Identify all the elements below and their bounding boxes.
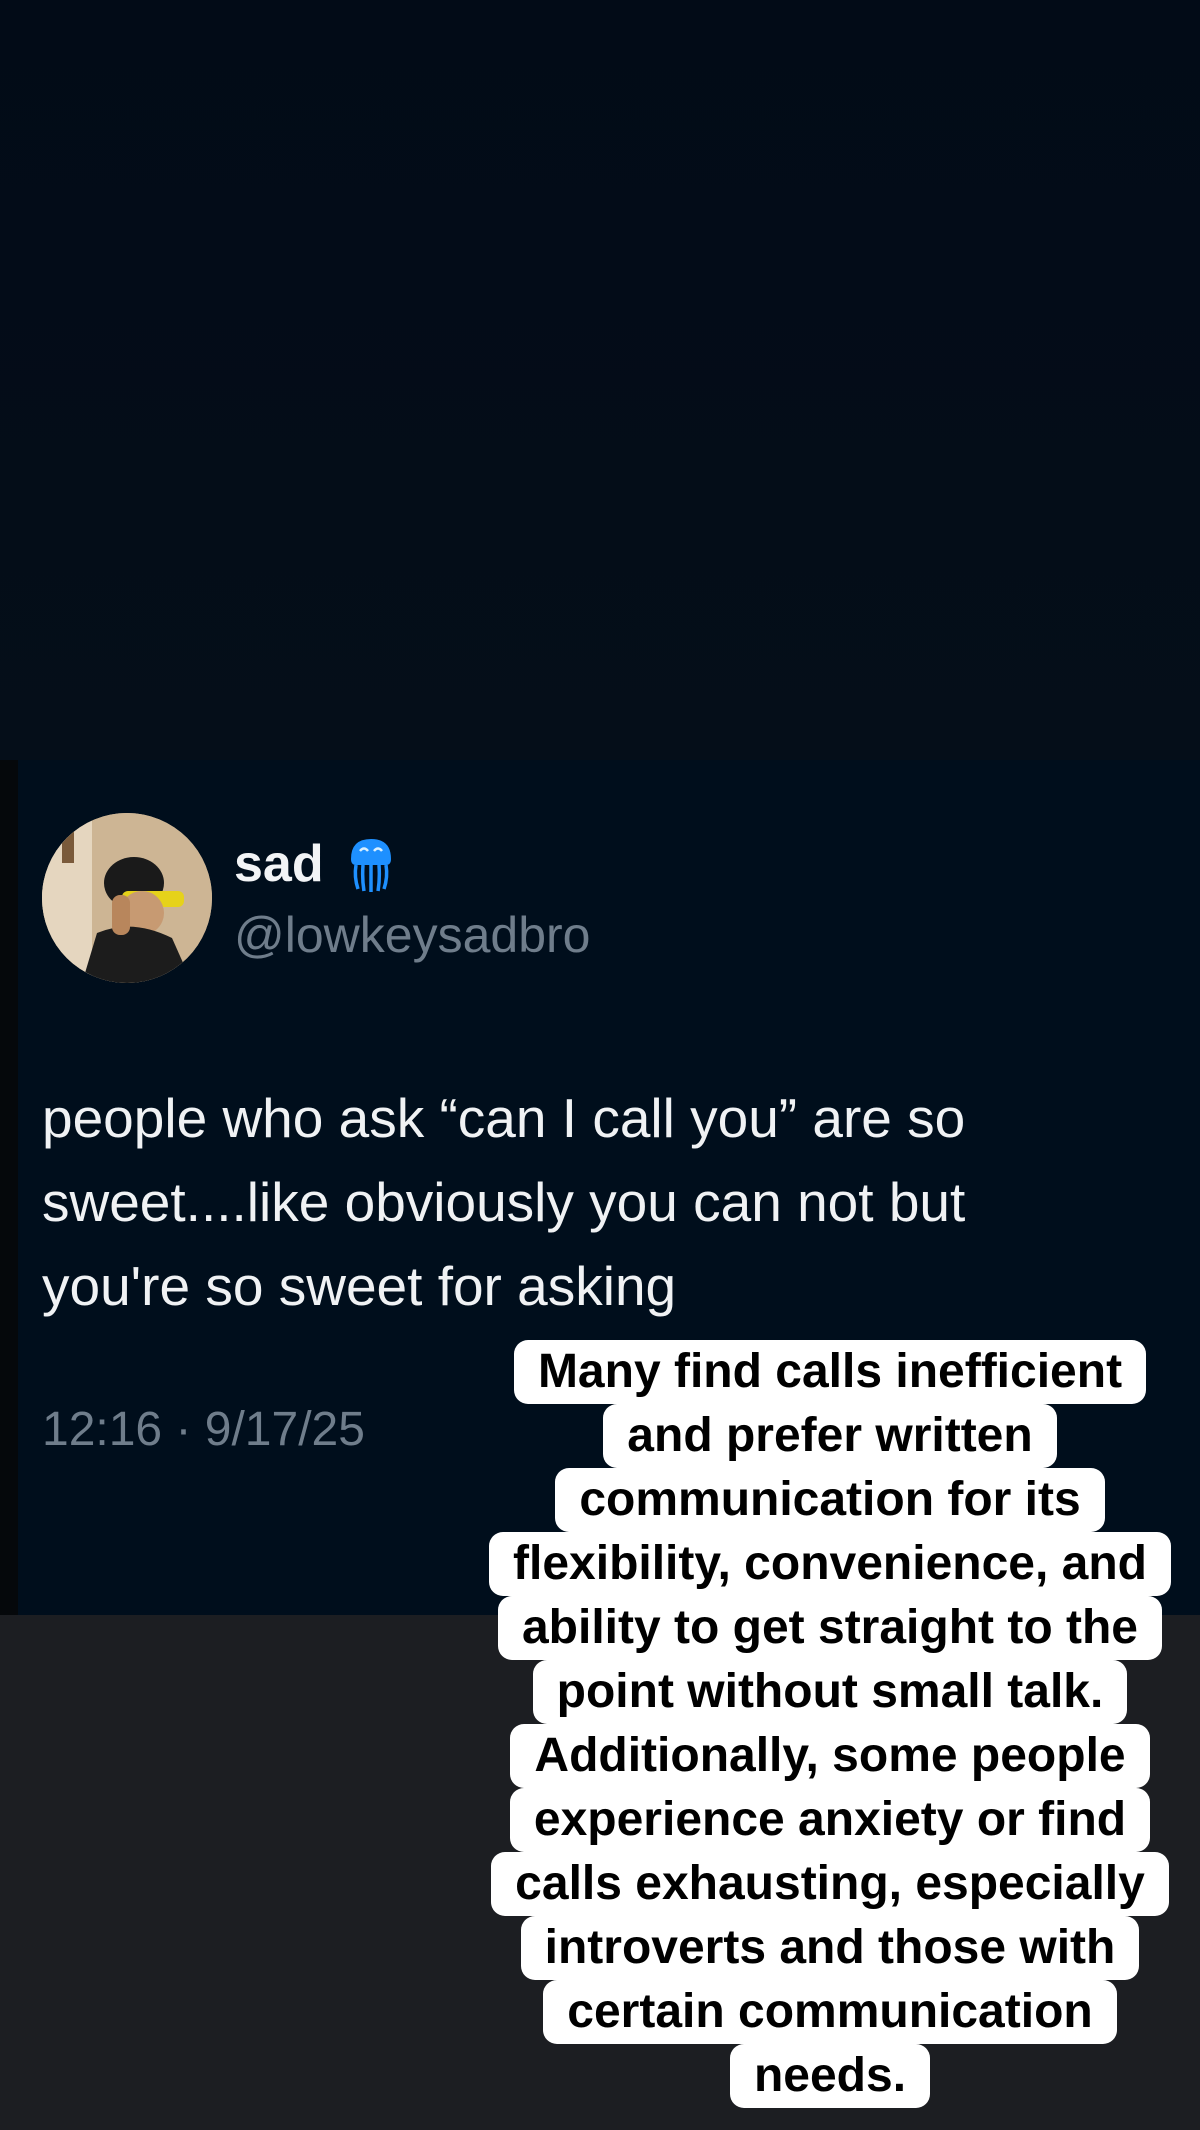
caption-line: communication for its: [555, 1468, 1105, 1532]
left-edge-strip: [0, 760, 18, 1615]
display-name[interactable]: sad: [234, 834, 396, 894]
caption-line: certain communication: [543, 1980, 1117, 2044]
tweet-text: people who ask “can I call you” are so s…: [42, 1087, 966, 1317]
caption-line: calls exhausting, especially: [491, 1852, 1169, 1916]
jellyfish-icon: [346, 835, 396, 893]
caption-line: point without small talk.: [532, 1660, 1128, 1724]
display-name-text: sad: [234, 835, 324, 893]
user-handle[interactable]: @lowkeysadbro: [234, 905, 590, 965]
avatar-photo: [42, 813, 212, 983]
tweet-timestamp[interactable]: 12:16 · 9/17/25: [42, 1400, 365, 1460]
caption-line: Many find calls inefficient: [513, 1340, 1147, 1404]
caption-line: Additionally, some people: [510, 1724, 1150, 1788]
avatar[interactable]: [42, 813, 212, 983]
caption-line: introverts and those with: [520, 1916, 1140, 1980]
caption-line: ability to get straight to the: [497, 1596, 1162, 1660]
caption-line: flexibility, convenience, and: [489, 1532, 1171, 1596]
caption-line: experience anxiety or find: [509, 1788, 1151, 1852]
caption-line: and prefer written: [603, 1404, 1057, 1468]
caption-line: needs.: [729, 2044, 931, 2108]
caption-overlay: Many find calls inefficient and prefer w…: [470, 1340, 1190, 2108]
top-background: [0, 0, 1200, 760]
